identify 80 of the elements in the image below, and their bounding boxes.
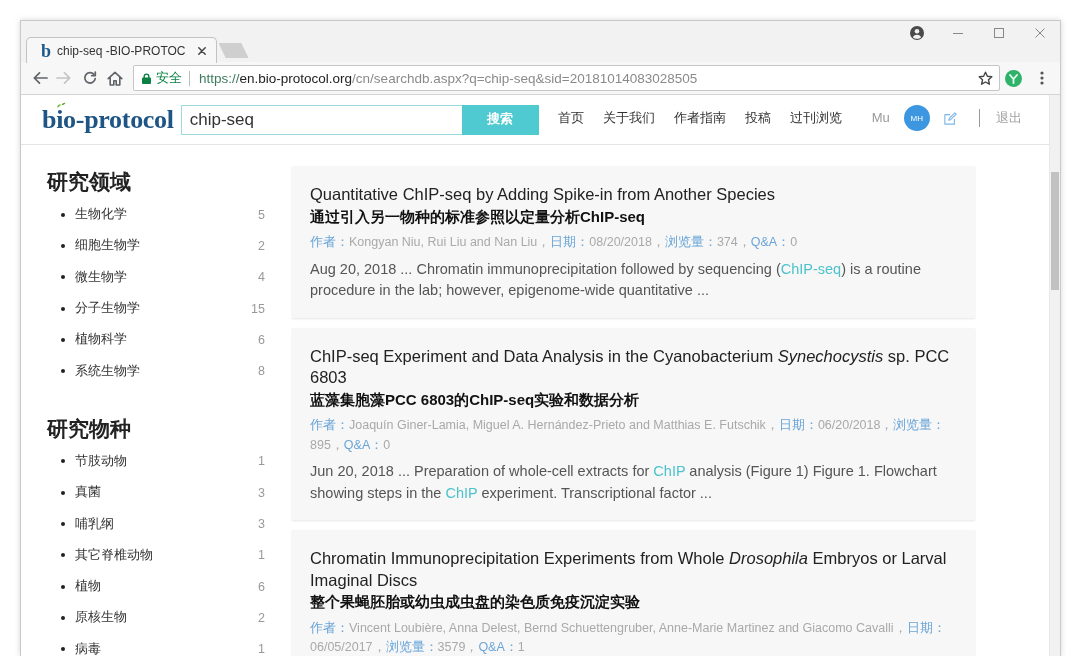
result-meta: 作者：Joaquín Giner-Lamia, Miguel A. Hernández-Prieto and Matthias E. Futschik，日期：06/20/2018，浏览量： 895，Q&A：0: [310, 417, 947, 454]
site-logo[interactable]: bio-protocol: [42, 104, 174, 135]
search-field[interactable]: chip-seq: [180, 104, 462, 135]
result-meta: 作者：Kongyan Niu, Rui Liu and Nan Liu，日期：08/20/2018，浏览量：374，Q&A：0: [310, 234, 799, 251]
result-title[interactable]: Quantitative ChIP-seq by Adding Spike-in from Another Species: [310, 184, 955, 206]
result-title[interactable]: ChIP-seq Experiment and Data Analysis in the Cyanobacterium Synechocystis sp. PCC 6803: [310, 345, 955, 389]
count-text: 2: [258, 610, 265, 625]
result-snippet: Aug 20, 2018 ... Chromatin immunoprecipitation followed by sequencing (ChIP-seq) is a routine procedure in the lab; however, epigenome-wide quantitative ...: [310, 259, 922, 300]
count-text: 1: [258, 642, 265, 656]
home-icon[interactable]: [107, 70, 123, 86]
minimize-icon[interactable]: [952, 32, 963, 34]
bullet-icon: [61, 647, 65, 652]
category-link[interactable]: 其它脊椎动物: [75, 546, 153, 564]
browser-tab[interactable]: b chip-seq -BIO-PROTOC: [26, 37, 217, 63]
category-link[interactable]: 植物: [75, 578, 101, 596]
result-snippet: Jun 20, 2018 ... Preparation of whole-cell extracts for ChIP analysis (Figure 1) Figure 1. Flowchart showing steps in the ChIP experiment. Transcriptional factor ...: [310, 462, 938, 503]
bullet-icon: [61, 553, 65, 558]
address-bar[interactable]: 安全 https://en.bio-protocol.org/cn/searchdb.aspx?q=chip-seq&sid=20181014083028505: [133, 65, 1000, 91]
category-link[interactable]: 分子生物学: [75, 300, 140, 318]
bullet-icon: [61, 337, 65, 342]
user-icon[interactable]: [909, 26, 924, 40]
count-text: 8: [258, 364, 265, 379]
user-name: Mu: [871, 110, 890, 125]
maximize-icon[interactable]: [993, 28, 1004, 38]
count-text: 6: [258, 579, 265, 594]
count-text: 1: [258, 548, 265, 563]
bullet-icon: [61, 275, 65, 280]
nav-link[interactable]: 过刊浏览: [789, 110, 842, 127]
nav-link[interactable]: 投稿: [744, 110, 771, 127]
close-icon[interactable]: [197, 46, 206, 55]
result-subtitle[interactable]: 整个果蝇胚胎或幼虫成虫盘的染色质免疫沉淀实验: [310, 591, 955, 613]
count-text: 3: [258, 485, 265, 500]
url-text[interactable]: https://en.bio-protocol.org/cn/searchdb.aspx?q=chip-seq&sid=20181014083028505: [199, 70, 978, 86]
bullet-icon: [61, 490, 65, 495]
section-heading: 研究领域: [47, 169, 131, 195]
favicon: b: [41, 41, 51, 60]
category-link[interactable]: 病毒: [75, 640, 101, 656]
extension-icon[interactable]: [1004, 69, 1022, 87]
bullet-icon: [61, 369, 65, 374]
count-text: 5: [258, 207, 265, 222]
category-link[interactable]: 节肢动物: [75, 452, 127, 470]
category-link[interactable]: 植物科学: [75, 331, 127, 349]
lock-icon: [142, 72, 151, 84]
count-text: 6: [258, 332, 265, 347]
category-link[interactable]: 细胞生物学: [75, 237, 140, 255]
result-subtitle[interactable]: 蓝藻集胞藻PCC 6803的ChIP-seq实验和数据分析: [310, 388, 955, 410]
bullet-icon: [61, 459, 65, 464]
scrollbar-thumb[interactable]: [1051, 172, 1059, 290]
category-link[interactable]: 原核生物: [75, 609, 127, 627]
security-label: 安全: [156, 69, 182, 87]
menu-icon[interactable]: [1040, 71, 1044, 85]
star-icon[interactable]: [978, 70, 993, 86]
nav-link[interactable]: 关于我们: [602, 110, 655, 127]
bullet-icon: [61, 584, 65, 589]
category-link[interactable]: 微生物学: [75, 268, 127, 286]
count-text: 4: [258, 270, 265, 285]
section-heading: 研究物种: [47, 415, 131, 442]
edit-icon[interactable]: [943, 111, 957, 125]
bullet-icon: [61, 212, 65, 217]
count-text: 3: [258, 517, 265, 531]
count-text: 1: [258, 454, 265, 469]
leaf-icon: [56, 101, 66, 108]
category-link[interactable]: 哺乳纲: [75, 515, 114, 533]
count-text: 2: [258, 238, 265, 253]
count-text: 15: [251, 301, 265, 316]
result-subtitle[interactable]: 通过引入另一物种的标准参照以定量分析ChIP-seq: [310, 205, 955, 227]
category-link[interactable]: 真菌: [75, 484, 101, 502]
nav-link[interactable]: 作者指南: [673, 110, 726, 127]
nav-link[interactable]: 首页: [557, 110, 584, 127]
back-icon[interactable]: [32, 71, 48, 85]
bullet-icon: [61, 615, 65, 620]
result-title[interactable]: Chromatin Immunoprecipitation Experiments from Whole Drosophila Embryos or Larval Imaginal Discs: [310, 548, 955, 591]
tab-title: chip-seq -BIO-PROTOC: [57, 43, 186, 58]
result-meta: 作者：Vincent Loubière, Anna Delest, Bernd Schuettengruber, Anne-Marie Martinez and Giacomo Cavalli，日期： 06/05/2017，浏览量：3579，Q&A：1: [310, 619, 947, 656]
bullet-icon: [61, 306, 65, 311]
bullet-icon: [61, 522, 65, 526]
bullet-icon: [61, 243, 65, 248]
category-link[interactable]: 系统生物学: [75, 362, 140, 380]
category-link[interactable]: 生物化学: [75, 206, 127, 224]
reload-icon[interactable]: [83, 71, 97, 85]
